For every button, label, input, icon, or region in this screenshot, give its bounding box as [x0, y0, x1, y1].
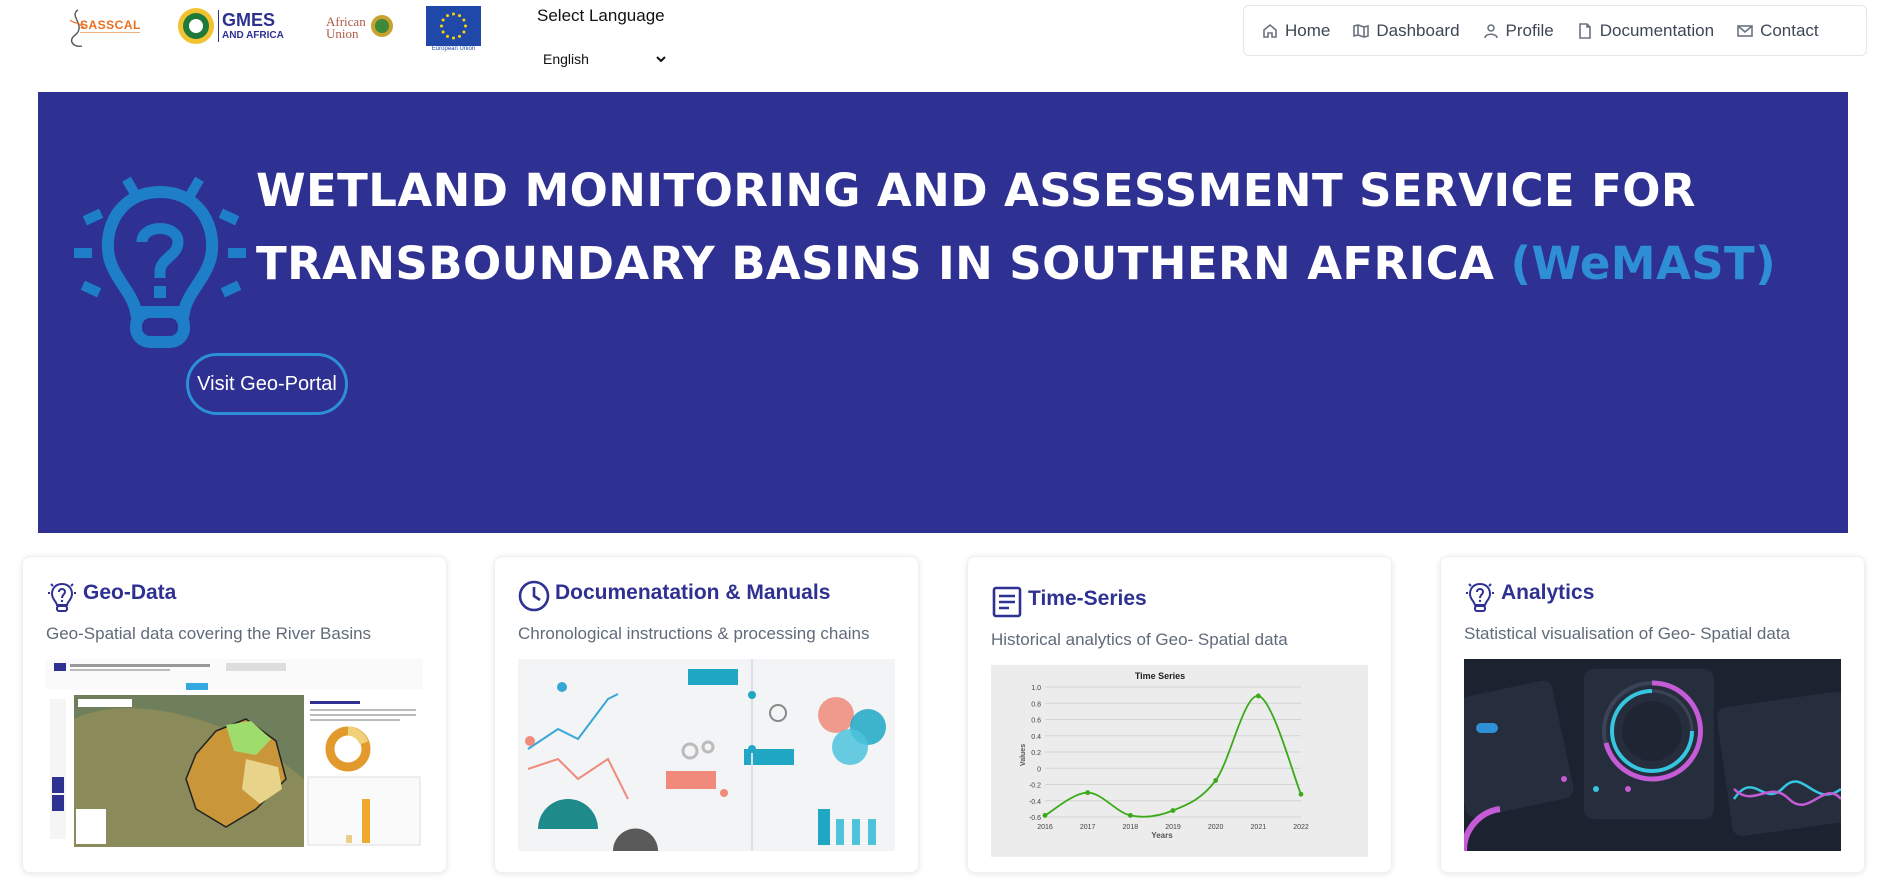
- nav-item-label: Documentation: [1599, 20, 1715, 40]
- card-documentation[interactable]: Documenatation & Manuals Chronological i…: [494, 556, 919, 873]
- y-tick-label: 0.2: [1031, 750, 1041, 757]
- chart-xlabel: Years: [1151, 831, 1173, 840]
- hero-title-line1: WETLAND MONITORING AND ASSESSMENT SERVIC…: [256, 164, 1696, 217]
- african-union-logo-text: African Union: [326, 14, 366, 41]
- time-series-chart: Time Series Years Values 1.0 0.8 0.6 0.4 0.2…: [991, 665, 1368, 843]
- card-title: Geo-Data: [83, 581, 177, 604]
- y-tick-label: 0.4: [1031, 734, 1041, 741]
- card-description: Statistical visualisation of Geo- Spatia…: [1464, 624, 1791, 643]
- lightbulb-question-icon: [74, 176, 246, 348]
- y-tick-label: 0.8: [1031, 701, 1041, 708]
- sasscal-logo-subtext: [80, 32, 140, 46]
- chart-title: Time Series: [1135, 671, 1185, 681]
- hero-title: WETLAND MONITORING AND ASSESSMENT SERVIC…: [256, 154, 1776, 300]
- nav-item-documentation[interactable]: Documentation: [1577, 21, 1714, 41]
- clock-icon: [518, 580, 550, 612]
- nav-item-label: Profile: [1505, 20, 1554, 40]
- hero-title-line2: TRANSBOUNDARY BASINS IN SOUTHERN AFRICA: [256, 237, 1495, 290]
- hero-banner: WETLAND MONITORING AND ASSESSMENT SERVIC…: [38, 92, 1848, 533]
- x-tick-label: 2022: [1293, 824, 1309, 831]
- user-icon: [1483, 23, 1498, 38]
- x-tick-label: 2017: [1080, 824, 1096, 831]
- sasscal-logo: SASSCAL: [64, 6, 152, 50]
- gmes-divider: [218, 10, 219, 42]
- european-union-logo: European Union: [426, 6, 481, 52]
- card-geo-data[interactable]: Geo-Data Geo-Spatial data covering the R…: [22, 556, 447, 873]
- nav-item-contact[interactable]: Contact: [1737, 21, 1819, 41]
- map-icon: [1353, 23, 1370, 38]
- time-series-preview-chart: Time Series Years Values 1.0 0.8 0.6 0.4 0.2…: [991, 665, 1368, 857]
- card-title: Analytics: [1501, 581, 1595, 604]
- analytics-preview-image: [1464, 659, 1841, 851]
- nav-item-label: Dashboard: [1376, 20, 1460, 40]
- documentation-preview-image: [518, 659, 895, 851]
- data-point: [1213, 778, 1219, 783]
- x-tick-label: 2020: [1208, 824, 1224, 831]
- main-nav: Home Dashboard Profile Documentation Con…: [1243, 5, 1867, 56]
- gmes-africa-logo: GMES AND AFRICA: [176, 6, 294, 46]
- card-time-series[interactable]: Time-Series Historical analytics of Geo-…: [967, 556, 1392, 873]
- sasscal-logo-text: SASSCAL: [80, 18, 141, 32]
- y-tick-label: 1.0: [1031, 685, 1041, 692]
- card-description: Historical analytics of Geo- Spatial dat…: [991, 630, 1288, 649]
- chart-ylabel: Values: [1020, 744, 1027, 766]
- x-tick-label: 2016: [1037, 824, 1053, 831]
- language-selector: Select Language English: [537, 6, 666, 67]
- nav-item-home[interactable]: Home: [1262, 21, 1330, 41]
- chevron-down-icon: [656, 56, 666, 63]
- language-dropdown[interactable]: English: [539, 47, 671, 71]
- language-label: Select Language: [537, 6, 665, 25]
- y-tick-label: -0.6: [1029, 815, 1041, 822]
- lightbulb-question-icon: [48, 582, 76, 612]
- data-point: [1170, 808, 1176, 813]
- home-icon: [1263, 23, 1277, 38]
- nav-item-profile[interactable]: Profile: [1483, 21, 1554, 41]
- card-title: Documenatation & Manuals: [555, 581, 831, 604]
- visit-geo-portal-button[interactable]: Visit Geo-Portal: [186, 353, 348, 415]
- gmes-emblem-icon: [178, 8, 214, 44]
- y-tick-label: -0.4: [1029, 799, 1041, 806]
- mail-icon: [1737, 24, 1753, 37]
- card-analytics[interactable]: Analytics Statistical visualisation of G…: [1440, 556, 1865, 873]
- document-lines-icon: [992, 586, 1022, 618]
- data-point: [1298, 791, 1304, 797]
- y-tick-label: 0.6: [1031, 718, 1041, 725]
- nav-item-dashboard[interactable]: Dashboard: [1353, 20, 1460, 41]
- data-point: [1042, 812, 1048, 818]
- gmes-logo-subtext: AND AFRICA: [222, 30, 284, 41]
- data-point: [1255, 693, 1261, 699]
- y-tick-label: 0: [1037, 766, 1041, 773]
- nav-item-label: Contact: [1760, 20, 1819, 40]
- data-point: [1085, 790, 1091, 796]
- card-description: Chronological instructions & processing …: [518, 624, 870, 643]
- geo-data-preview-image: [46, 659, 423, 851]
- card-title: Time-Series: [1028, 587, 1147, 610]
- y-tick-label: -0.2: [1029, 783, 1041, 790]
- lightbulb-question-icon: [1466, 582, 1494, 612]
- data-point: [1127, 812, 1133, 818]
- x-tick-label: 2021: [1251, 824, 1267, 831]
- eu-flag-icon: [426, 6, 481, 46]
- file-icon: [1578, 22, 1591, 39]
- language-selected-value: English: [543, 51, 589, 67]
- african-union-emblem-icon: [371, 15, 393, 37]
- nav-item-label: Home: [1285, 20, 1331, 40]
- african-union-logo: African Union: [326, 6, 396, 46]
- gmes-logo-text: GMES: [222, 10, 276, 30]
- x-tick-label: 2019: [1165, 824, 1181, 831]
- x-tick-label: 2018: [1123, 824, 1139, 831]
- card-description: Geo-Spatial data covering the River Basi…: [46, 624, 372, 643]
- eu-logo-caption: European Union: [431, 46, 476, 52]
- hero-title-acronym: (WeMAST): [1510, 237, 1777, 290]
